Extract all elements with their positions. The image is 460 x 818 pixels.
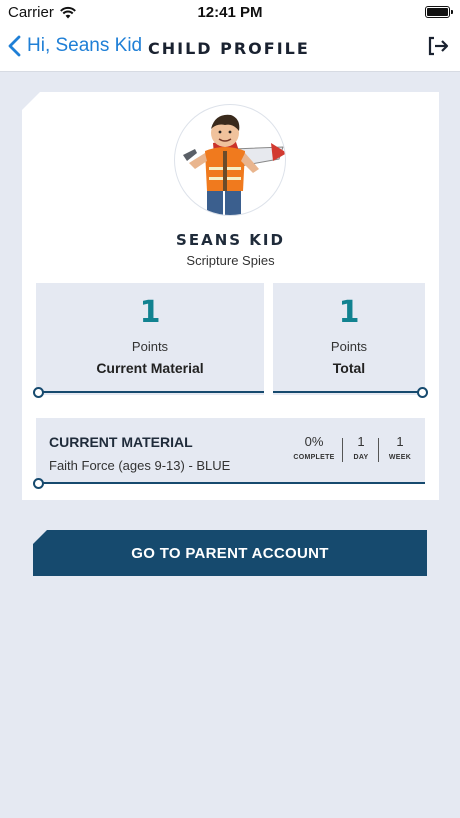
divider-line (40, 391, 264, 393)
complete-label: COMPLETE (293, 454, 335, 461)
child-name: SEANS KID (176, 231, 285, 249)
divider-line (273, 391, 421, 393)
complete-progress: 0% COMPLETE (289, 434, 339, 461)
points-sublabel: Current Material (96, 360, 204, 376)
logout-icon (428, 36, 449, 56)
points-sublabel: Total (332, 360, 366, 376)
week-value: 1 (396, 434, 404, 449)
separator (342, 438, 343, 462)
week-label: WEEK (388, 454, 412, 461)
profile-card: SEANS KID Scripture Spies 1 Points Curre… (22, 92, 439, 500)
child-group: Scripture Spies (186, 253, 275, 268)
go-to-parent-account-button[interactable]: GO TO PARENT ACCOUNT (33, 530, 427, 576)
divider-line (40, 482, 425, 484)
day-value: 1 (357, 434, 365, 449)
separator (378, 438, 379, 462)
chevron-left-icon (8, 35, 21, 57)
complete-value: 0% (304, 434, 324, 449)
total-points-card: 1 Points Total (273, 283, 428, 398)
navigation-bar: Hi, Seans Kid CHILD PROFILE (0, 24, 460, 72)
back-label: Hi, Seans Kid (27, 35, 143, 56)
page-title: CHILD PROFILE (148, 39, 310, 58)
current-material-points-card: 1 Points Current Material (33, 283, 264, 398)
current-material-title: CURRENT MATERIAL (49, 434, 193, 450)
avatar (174, 104, 286, 216)
logout-button[interactable] (428, 36, 450, 61)
clock: 12:41 PM (197, 4, 263, 21)
points-value: 1 (338, 295, 360, 330)
back-button[interactable]: Hi, Seans Kid (8, 35, 142, 57)
points-value: 1 (139, 295, 161, 330)
current-material-name: Faith Force (ages 9-13) - BLUE (49, 458, 231, 473)
divider-dot (33, 478, 44, 489)
battery-icon (425, 6, 453, 18)
current-material-panel[interactable]: CURRENT MATERIAL Faith Force (ages 9-13)… (33, 418, 425, 489)
divider-dot (417, 387, 428, 398)
status-bar: Carrier 12:41 PM (0, 0, 460, 24)
points-label: Points (131, 339, 169, 354)
week-progress: 1 WEEK (381, 434, 419, 461)
day-progress: 1 DAY (345, 434, 377, 461)
points-label: Points (330, 339, 368, 354)
explorer-character-illustration (183, 114, 285, 215)
day-label: DAY (353, 454, 369, 461)
divider-dot (33, 387, 44, 398)
